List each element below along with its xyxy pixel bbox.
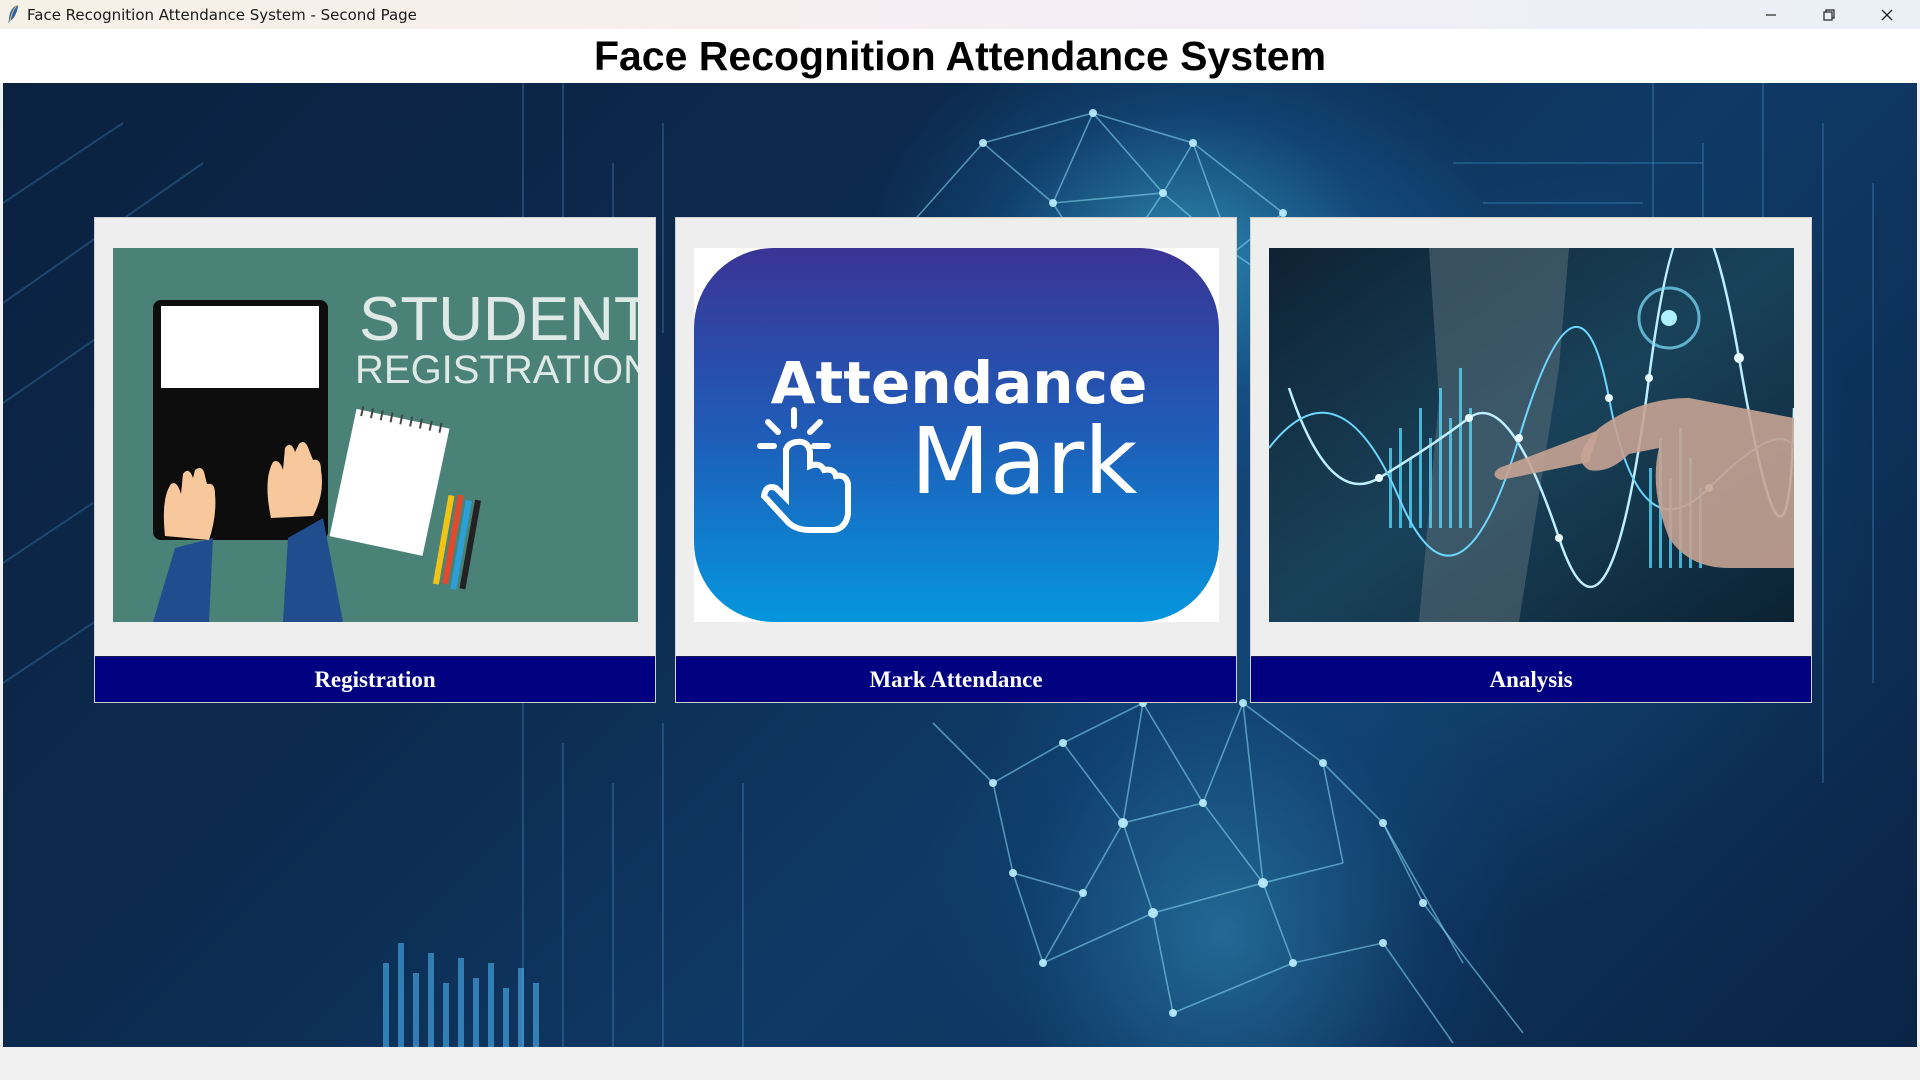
registration-button[interactable]: Registration [95, 656, 655, 702]
close-icon [1881, 9, 1893, 20]
mark-attendance-image[interactable]: Attendance Mark [694, 248, 1219, 622]
mark-attendance-card[interactable]: Attendance Mark Mark Attendance [675, 217, 1237, 703]
registration-card[interactable]: STUDENT REGISTRATION Registration [94, 217, 656, 703]
maximize-button[interactable] [1800, 0, 1858, 29]
header: Face Recognition Attendance System [0, 29, 1920, 83]
close-button[interactable] [1858, 0, 1916, 29]
mark-text: Mark [911, 408, 1139, 515]
window-title: Face Recognition Attendance System - Sec… [27, 6, 417, 24]
minimize-button[interactable] [1742, 0, 1800, 29]
analysis-image[interactable] [1269, 248, 1794, 622]
maximize-icon [1823, 8, 1835, 21]
feather-icon [6, 4, 20, 24]
analysis-card[interactable]: Analysis [1250, 217, 1812, 703]
attendance-text: Attendance [771, 349, 1148, 417]
minimize-icon [1766, 13, 1776, 16]
mark-attendance-button[interactable]: Mark Attendance [676, 656, 1236, 702]
app-window: Face Recognition Attendance System - Sec… [0, 0, 1920, 1080]
title-bar[interactable]: Face Recognition Attendance System - Sec… [0, 0, 1920, 29]
registration-image[interactable]: STUDENT REGISTRATION [113, 248, 638, 622]
registration-text: REGISTRATION [355, 348, 638, 392]
student-text: STUDENT [359, 285, 638, 354]
analysis-button[interactable]: Analysis [1251, 656, 1811, 702]
status-strip [0, 1047, 1920, 1080]
page-title: Face Recognition Attendance System [593, 33, 1327, 79]
